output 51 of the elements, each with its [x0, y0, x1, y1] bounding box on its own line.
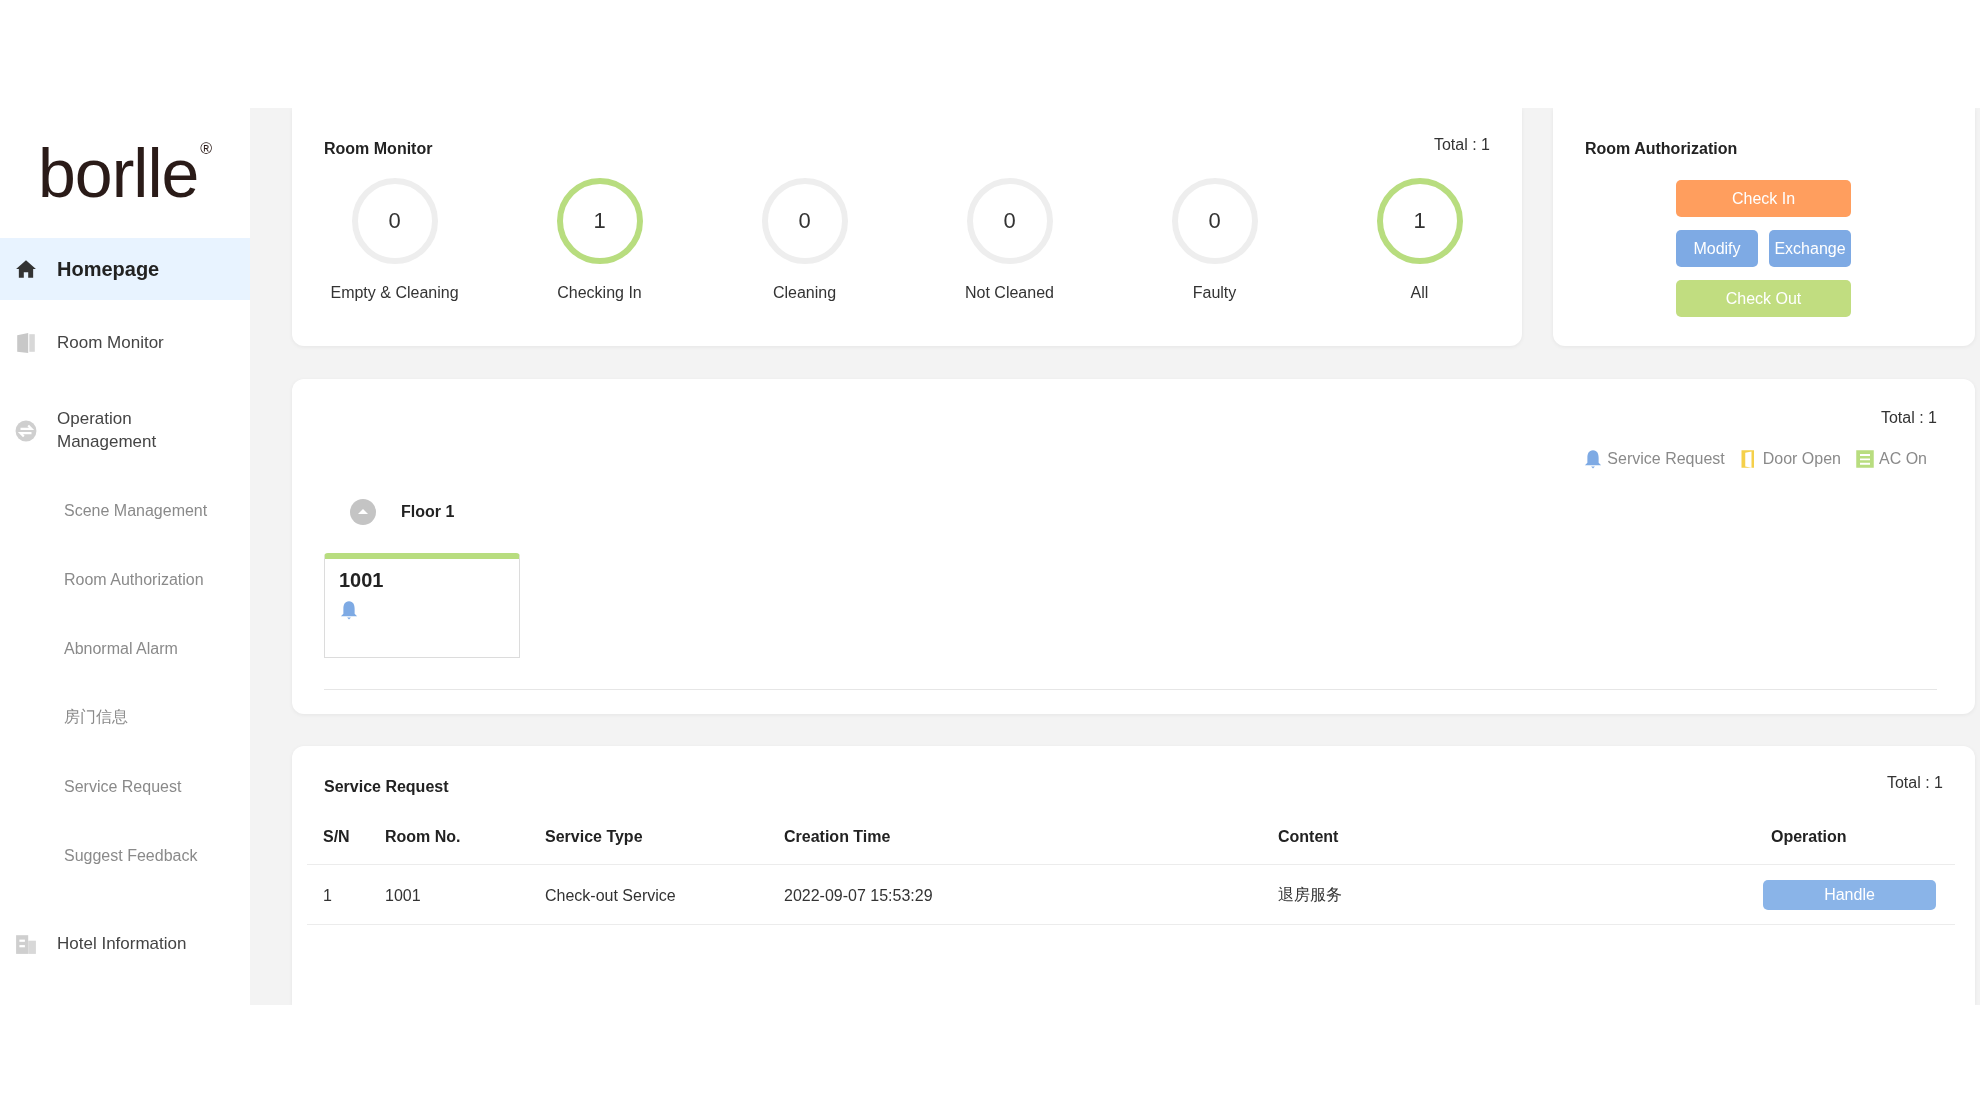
column-header: Service Type	[529, 810, 768, 865]
column-header: Operation	[1755, 810, 1955, 865]
nav-subitem[interactable]: Scene Management	[0, 476, 250, 545]
status-ring[interactable]: 0	[1171, 178, 1258, 264]
column-header: Content	[1262, 810, 1755, 865]
home-icon	[15, 258, 37, 280]
nav-item[interactable]: Operation Management	[0, 386, 250, 476]
table-cell: 2022-09-07 15:53:29	[768, 864, 1262, 925]
column-header: Room No.	[369, 810, 529, 865]
logo: borlle$^{®}$	[38, 139, 212, 207]
status-label: Faulty	[1192, 284, 1237, 302]
status-label: Not Cleaned	[965, 284, 1054, 302]
status-ring[interactable]: 0	[966, 178, 1053, 264]
legend-label: AC On	[1879, 450, 1927, 468]
table-cell: 1	[307, 864, 369, 925]
column-header: S/N	[307, 810, 369, 865]
legend-label: Door Open	[1762, 450, 1841, 468]
room-number: 1001	[339, 569, 384, 592]
status-label: All	[1410, 284, 1429, 302]
card-title: Room Monitor	[324, 139, 433, 158]
collapse-icon[interactable]	[350, 499, 376, 525]
floor-label: Floor 1	[401, 503, 455, 521]
nav-item[interactable]: Hotel Information	[0, 890, 250, 998]
door-icon	[15, 332, 37, 354]
card-title: Service Request	[324, 777, 449, 796]
table-cell: Check-out Service	[529, 864, 768, 925]
room-tile[interactable]: 1001	[324, 553, 520, 658]
status-ring[interactable]: 0	[761, 178, 848, 264]
building-icon	[15, 933, 37, 955]
nav-item[interactable]: Room Monitor	[0, 300, 250, 386]
column-header: Creation Time	[768, 810, 1262, 865]
total-count: Total : 1	[1880, 408, 1937, 427]
nav-subitem[interactable]: Service Request	[0, 752, 250, 821]
table-cell: 1001	[369, 864, 529, 925]
legend-label: Service Request	[1607, 450, 1725, 468]
status-ring[interactable]: 0	[351, 178, 438, 264]
status-ring[interactable]: 1	[1376, 178, 1463, 264]
nav-subitem[interactable]: Abnormal Alarm	[0, 614, 250, 683]
status-label: Checking In	[557, 284, 642, 302]
total-count: Total : 1	[1886, 773, 1943, 792]
nav-item[interactable]: Homepage	[0, 238, 250, 300]
status-ring[interactable]: 1	[556, 178, 643, 264]
swap-icon	[15, 420, 37, 442]
nav-subitem[interactable]: 房门信息	[0, 683, 250, 752]
nav-subitem[interactable]: Suggest Feedback	[0, 821, 250, 890]
nav-subitem[interactable]: Room Authorization	[0, 545, 250, 614]
total-count: Total : 1	[1433, 135, 1490, 154]
status-label: Cleaning	[772, 284, 837, 302]
table-cell: 退房服务	[1262, 864, 1755, 925]
status-label: Empty & Cleaning	[330, 284, 459, 302]
card-title: Room Authorization	[1585, 140, 1739, 158]
